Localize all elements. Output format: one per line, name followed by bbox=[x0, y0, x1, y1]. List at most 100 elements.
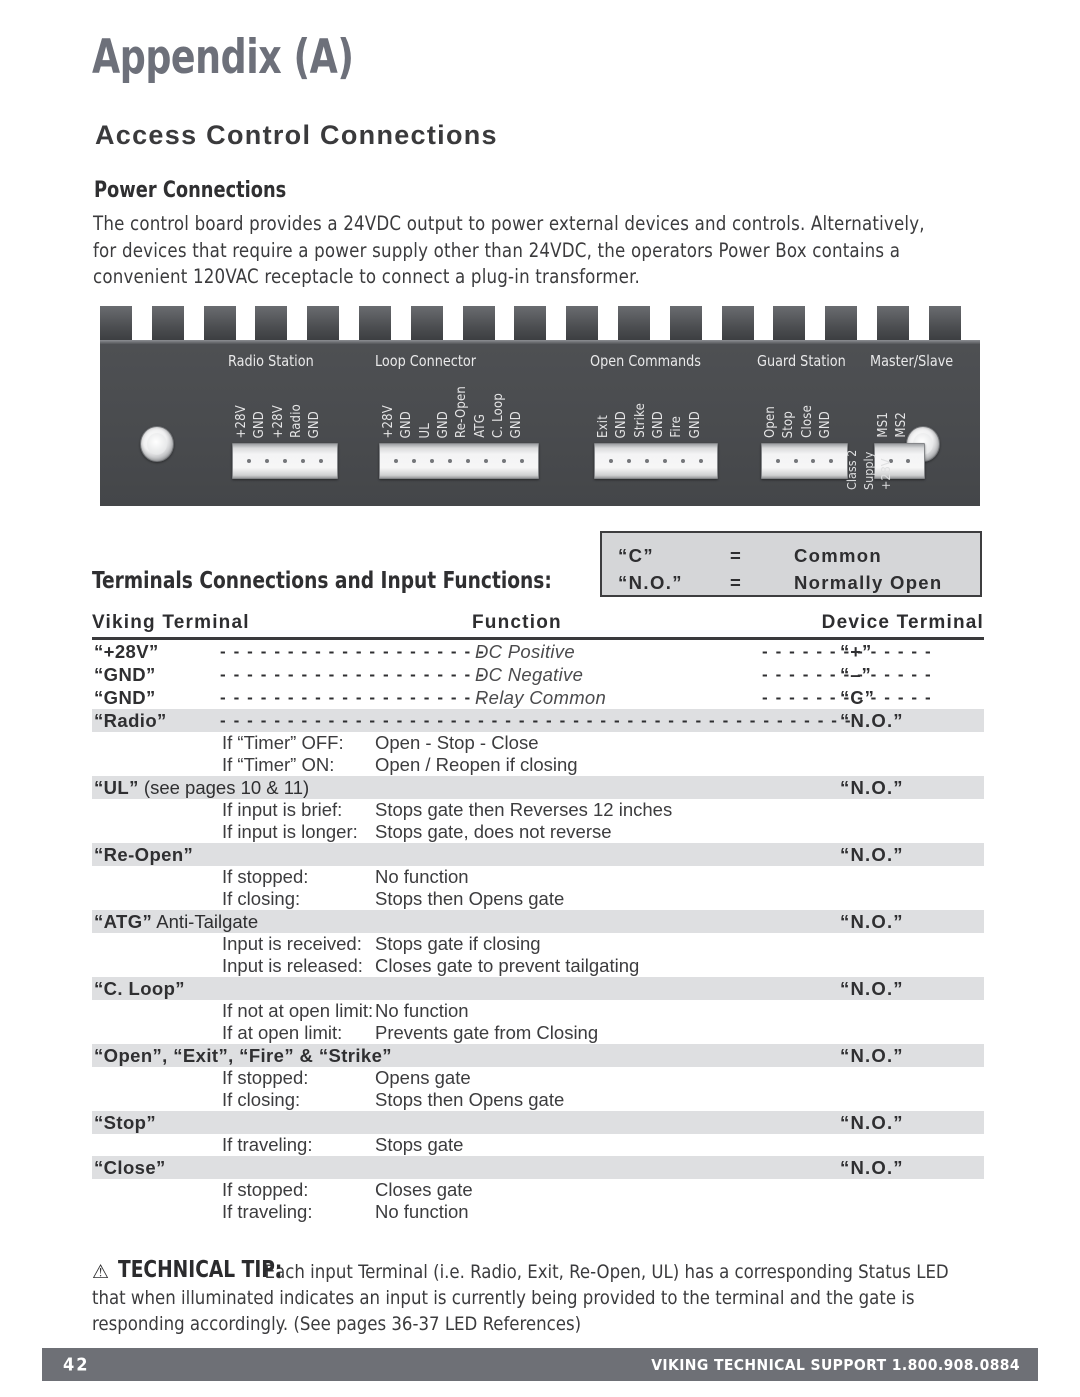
board-connector-hole bbox=[811, 459, 816, 463]
board-connector-hole bbox=[502, 459, 507, 463]
board-pin-label: Close bbox=[799, 405, 815, 438]
cell-device-terminal: “N.O.” bbox=[840, 1044, 904, 1066]
cell-result: Stops then Opens gate bbox=[375, 888, 565, 909]
board-notch-tooth bbox=[721, 306, 754, 344]
board-pin-label-slot: Re-Open bbox=[454, 376, 469, 438]
cell-result: No function bbox=[375, 1201, 469, 1222]
cell-device-terminal: “+” bbox=[840, 640, 873, 662]
board-group-label: Master/Slave bbox=[870, 352, 954, 370]
legend-box: “C” = Common “N.O.” = Normally Open bbox=[600, 531, 982, 597]
board-notch-tooth bbox=[618, 306, 650, 344]
cell-condition: If “Timer” ON: bbox=[222, 754, 335, 775]
board-pin-label: GND bbox=[399, 410, 415, 438]
class2-supply-line: Class 2 bbox=[844, 449, 859, 490]
board-connector-block bbox=[761, 443, 849, 479]
cell-viking-terminal: “Close” bbox=[94, 1156, 166, 1178]
table-row: “GND” - - - - - - - - - - - - - - - - - -… bbox=[92, 686, 984, 709]
board-pin-label-slot: Strike bbox=[633, 376, 648, 438]
table-row: “Re-Open” “N.O.” bbox=[92, 843, 984, 866]
board-pin-label: Open bbox=[763, 405, 778, 438]
cell-viking-terminal: “UL” (see pages 10 & 11) bbox=[94, 776, 310, 798]
cell-viking-terminal: “ATG” Anti-Tailgate bbox=[94, 910, 259, 932]
table-row: Input is released: Closes gate to prevent… bbox=[92, 955, 984, 977]
board-pin-label: Stop bbox=[781, 410, 797, 438]
cell-device-terminal: “N.O.” bbox=[840, 977, 904, 999]
cell-result: Open / Reopen if closing bbox=[375, 754, 578, 775]
board-pin-label: GND bbox=[650, 410, 666, 438]
board-notch-tooth bbox=[151, 306, 184, 344]
board-pin-label-slot: UL bbox=[418, 376, 433, 438]
board-pin-label: Exit bbox=[596, 415, 611, 438]
table-row: If traveling: Stops gate bbox=[92, 1134, 984, 1156]
cell-result: Closes gate bbox=[375, 1179, 473, 1200]
intro-paragraph: The control board provides a 24VDC outpu… bbox=[93, 212, 925, 288]
board-pin-label: MS2 bbox=[894, 412, 910, 438]
board-pin-label-slot: Exit bbox=[596, 376, 611, 438]
table-row: If “Timer” ON: Open / Reopen if closing bbox=[92, 754, 984, 776]
cell-result: Stops gate bbox=[375, 1134, 464, 1155]
board-pin-label: GND bbox=[817, 410, 833, 438]
board-pin-label: Radio bbox=[288, 404, 304, 438]
board-pin-label: Re-Open bbox=[454, 386, 470, 438]
board-connector-block bbox=[594, 443, 718, 479]
cell-result: Open - Stop - Close bbox=[375, 732, 539, 753]
column-header-device-terminal: Device Terminal bbox=[821, 612, 984, 633]
board-pin-label: +28V bbox=[234, 404, 249, 438]
cell-viking-terminal: “GND” bbox=[94, 686, 156, 708]
board-connector-hole bbox=[662, 459, 667, 463]
board-screw-hole-left bbox=[140, 426, 174, 462]
cell-condition: If at open limit: bbox=[222, 1022, 343, 1043]
board-connector-hole bbox=[775, 459, 780, 463]
cell-result: Stops gate if closing bbox=[375, 933, 541, 954]
table-row: “C. Loop” “N.O.” bbox=[92, 977, 984, 1000]
table-row: If stopped: Closes gate bbox=[92, 1179, 984, 1201]
table-row: “+28V” - - - - - - - - - - - - - - - - - … bbox=[92, 640, 984, 663]
board-pin-label: C. Loop bbox=[490, 392, 506, 438]
board-connector-hole bbox=[246, 459, 251, 463]
cell-condition: Input is received: bbox=[222, 933, 362, 954]
board-pin-label-slot: GND bbox=[436, 376, 451, 438]
cell-viking-terminal: “+28V” bbox=[94, 640, 159, 662]
cell-dash-leader: - - - - - - - - - - - - - - - - - - - - … bbox=[220, 710, 853, 730]
board-pin-label: GND bbox=[509, 410, 525, 438]
footer-page-number: 42 bbox=[63, 1354, 90, 1375]
cell-condition: If stopped: bbox=[222, 1067, 309, 1088]
board-notch-tooth bbox=[773, 306, 806, 344]
board-notch-tooth bbox=[514, 306, 547, 344]
table-title: Terminals Connections and Input Function… bbox=[92, 568, 552, 594]
board-pin-label: +28V bbox=[270, 404, 286, 438]
board-notch-tooth bbox=[359, 306, 391, 344]
board-pin-label: GND bbox=[252, 410, 268, 438]
board-group-label: Open Commands bbox=[590, 352, 701, 370]
board-notch-tooth bbox=[203, 306, 236, 344]
cell-dash-leader: - - - - - - - - - - - - - - - - - - - - bbox=[220, 687, 486, 707]
board-edge-highlight bbox=[100, 340, 980, 344]
cell-result: Closes gate to prevent tailgating bbox=[375, 955, 640, 976]
cell-viking-terminal: “Open”, “Exit”, “Fire” & “Strike” bbox=[94, 1044, 392, 1066]
cell-viking-terminal: “Radio” bbox=[94, 709, 167, 731]
board-connector-hole bbox=[608, 459, 613, 463]
cell-viking-terminal: “C. Loop” bbox=[94, 977, 185, 999]
cell-result: Stops gate, does not reverse bbox=[375, 821, 612, 842]
technical-tip-label: TECHNICAL TIP: bbox=[118, 1257, 283, 1283]
board-pin-label-slot: Close bbox=[800, 376, 815, 438]
board-connector-hole bbox=[318, 459, 323, 463]
cell-result: Opens gate bbox=[375, 1067, 471, 1088]
board-notch-tooth bbox=[928, 306, 961, 344]
class2-supply-marking: Class 2 Supply +28V bbox=[844, 424, 893, 490]
cell-condition: If input is longer: bbox=[222, 821, 358, 842]
table-row: If at open limit: Prevents gate from Clos… bbox=[92, 1022, 984, 1044]
board-notch-tooth bbox=[307, 306, 340, 344]
section-heading: Access Control Connections bbox=[95, 120, 498, 150]
cell-device-terminal: “N.O.” bbox=[840, 910, 904, 932]
board-pin-label: Fire bbox=[669, 416, 685, 438]
board-connector-hole bbox=[282, 459, 287, 463]
cell-condition: If “Timer” OFF: bbox=[222, 732, 344, 753]
column-header-function: Function bbox=[472, 612, 562, 633]
cell-device-terminal: “N.O.” bbox=[840, 709, 904, 731]
cell-viking-terminal: “Stop” bbox=[94, 1111, 157, 1133]
table-row: “GND” - - - - - - - - - - - - - - - - - -… bbox=[92, 663, 984, 686]
board-notch-tooth bbox=[566, 306, 599, 344]
board-connector-hole bbox=[264, 459, 269, 463]
board-pin-label-slot: GND bbox=[307, 376, 322, 438]
